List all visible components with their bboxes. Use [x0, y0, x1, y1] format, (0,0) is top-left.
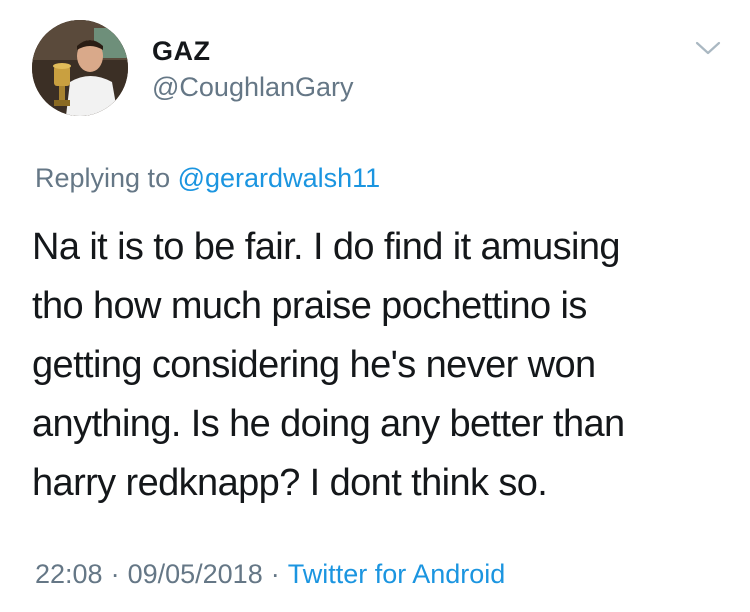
avatar[interactable]: [32, 20, 128, 116]
display-name[interactable]: GAZ: [152, 36, 211, 66]
tweet-line: tho how much praise pochettino is: [32, 285, 587, 327]
tweet-line: Na it is to be fair. I do find it amusin…: [32, 226, 621, 268]
tweet-line: harry redknapp? I dont think so.: [32, 462, 548, 504]
meta-separator: ·: [270, 559, 280, 589]
replying-to-line: Replying to @gerardwalsh11: [35, 162, 380, 194]
tweet-line: getting considering he's never won: [32, 344, 596, 386]
meta-separator: ·: [110, 559, 120, 589]
tweet-date[interactable]: 09/05/2018: [128, 559, 263, 589]
tweet-text: Na it is to be fair. I do find it amusin…: [32, 218, 722, 513]
tweet-meta: 22:08 · 09/05/2018 · Twitter for Android: [35, 558, 505, 590]
chevron-down-icon[interactable]: [694, 38, 722, 58]
tweet-time[interactable]: 22:08: [35, 559, 103, 589]
reply-target-link[interactable]: @gerardwalsh11: [178, 163, 381, 193]
replying-to-label: Replying to: [35, 163, 171, 193]
tweet-source-link[interactable]: Twitter for Android: [288, 559, 506, 589]
user-handle[interactable]: @CoughlanGary: [152, 72, 354, 102]
tweet-line: anything. Is he doing any better than: [32, 403, 625, 445]
profile-photo-icon: [32, 20, 128, 116]
